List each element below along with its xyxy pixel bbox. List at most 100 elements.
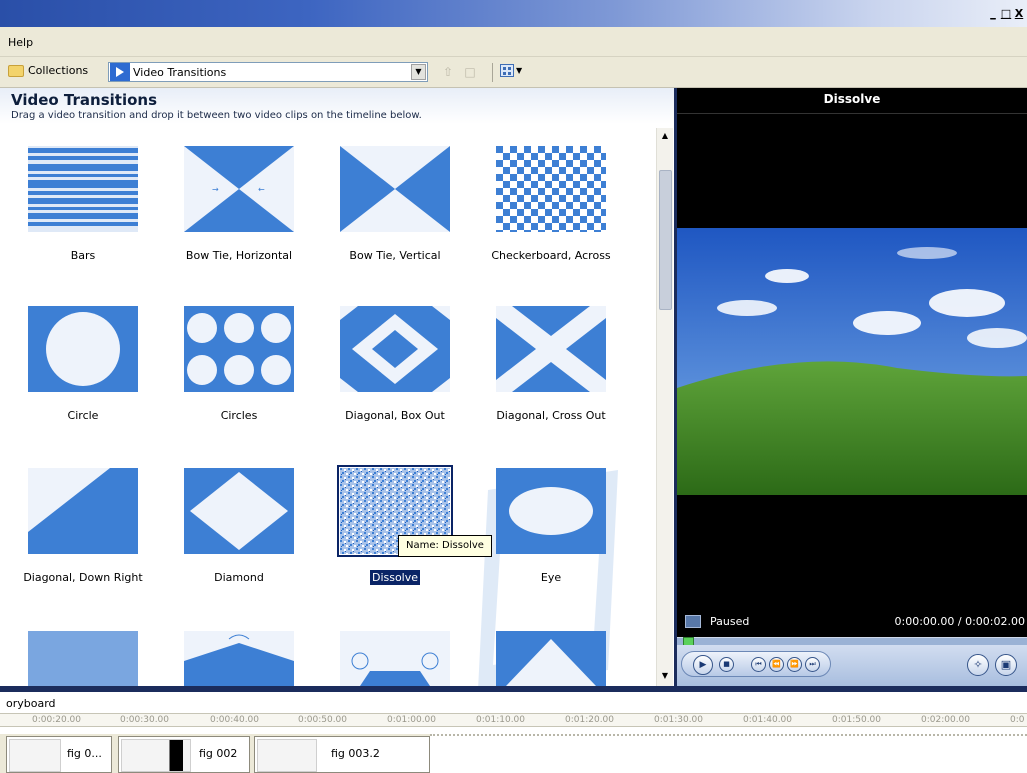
transition-label: Eye xyxy=(540,571,562,584)
timeline-clip[interactable]: fig 002 xyxy=(118,736,250,773)
transition-tile-bow-tie-vertical[interactable]: Bow Tie, Vertical xyxy=(320,146,470,301)
chevron-down-icon[interactable]: ▼ xyxy=(411,64,426,80)
collections-button[interactable]: Collections xyxy=(8,64,88,77)
clip-thumbnail xyxy=(9,739,61,772)
minimize-button[interactable]: _ xyxy=(987,8,999,21)
preview-status-bar: Paused 0:00:00.00 / 0:00:02.00 xyxy=(677,609,1027,635)
up-level-icon[interactable]: ⇧ xyxy=(440,65,456,79)
bow-tie-vertical-icon xyxy=(340,146,450,232)
transition-tile-fade[interactable] xyxy=(8,631,158,686)
circles-icon xyxy=(184,306,294,392)
transition-label: Diamond xyxy=(214,571,264,584)
video-transitions-icon xyxy=(110,63,130,81)
views-button[interactable]: ▼ xyxy=(500,64,522,77)
rewind-button[interactable]: ⏪ xyxy=(769,657,784,672)
transition-tile-fan-up[interactable] xyxy=(476,631,626,686)
timeline-tick: 0:01:30.00 xyxy=(654,715,704,725)
tooltip: Name: Dissolve xyxy=(398,535,492,557)
close-button[interactable]: X xyxy=(1013,8,1025,21)
timeline-tick: 0:02:00.00 xyxy=(921,715,971,725)
diagonal-down-right-icon xyxy=(28,468,138,554)
transition-label: Dissolve xyxy=(369,570,421,585)
previous-button[interactable]: ⏮ xyxy=(751,657,766,672)
transition-label: Circle xyxy=(67,409,99,422)
eye-icon xyxy=(496,468,606,554)
clip-thumbnail xyxy=(257,739,317,772)
timeline-tick: 0:01:50.00 xyxy=(832,715,882,725)
preview-video xyxy=(677,228,1027,495)
timeline-ruler: 0:00:20.00 0:00:30.00 0:00:40.00 0:00:50… xyxy=(0,713,1027,727)
scrollbar-thumb[interactable] xyxy=(659,170,672,310)
clip-name: fig 003.2 xyxy=(331,747,380,760)
transition-tile-circle[interactable]: Circle xyxy=(8,306,158,461)
preview-monitor: Dissolve Paused 0:00:00.00 / 0:00:02.00 … xyxy=(674,88,1027,686)
clip-name: fig 002 xyxy=(199,747,238,760)
menu-help[interactable]: Help xyxy=(8,36,33,49)
transition-label: Diagonal, Down Right xyxy=(23,571,143,584)
timeline-tick: 0:00:20.00 xyxy=(32,715,82,725)
fast-forward-button[interactable]: ⏩ xyxy=(787,657,802,672)
timeline-tick: 0:00:30.00 xyxy=(120,715,170,725)
toolbar: Collections Video Transitions ▼ ⇧ □ ▼ xyxy=(0,57,1027,88)
split-clip-button[interactable]: ✧ xyxy=(967,654,989,676)
pane-divider[interactable] xyxy=(0,686,1027,692)
collections-label: Collections xyxy=(28,64,89,77)
timeline-clip[interactable]: fig 003.2 xyxy=(254,736,430,773)
transition-tile-fan-in[interactable] xyxy=(320,631,470,686)
diagonal-box-out-icon xyxy=(340,306,450,392)
playback-time: 0:00:00.00 / 0:00:02.00 xyxy=(894,615,1026,628)
playback-status: Paused xyxy=(710,615,750,628)
take-picture-button[interactable]: ▣ xyxy=(995,654,1017,676)
scroll-up-icon[interactable]: ▲ xyxy=(659,130,671,142)
timeline-clip[interactable]: fig 0... xyxy=(6,736,112,773)
vertical-scrollbar[interactable]: ▲ ▼ xyxy=(656,128,673,686)
transition-label: Diagonal, Cross Out xyxy=(496,409,606,422)
transition-label: Bow Tie, Vertical xyxy=(349,249,441,262)
timeline-tick: 0:00:40.00 xyxy=(210,715,260,725)
fade-icon xyxy=(28,631,138,686)
timeline-tick: 0:00:50.00 xyxy=(298,715,348,725)
transition-label: Diagonal, Box Out xyxy=(345,409,445,422)
play-button[interactable]: ▶ xyxy=(693,655,713,675)
transition-tile-circles[interactable]: Circles xyxy=(164,306,314,461)
timeline-tick: 0:01:00.00 xyxy=(387,715,437,725)
toolbar-separator xyxy=(492,63,493,82)
transition-label: Bow Tie, Horizontal xyxy=(185,249,293,262)
next-button[interactable]: ⏭ xyxy=(805,657,820,672)
pane-header: Video Transitions Drag a video transitio… xyxy=(0,88,674,124)
scroll-down-icon[interactable]: ▼ xyxy=(659,670,671,682)
transition-tile-bars[interactable]: Bars xyxy=(8,146,158,301)
transition-tile-bow-tie-horizontal[interactable]: → ← Bow Tie, Horizontal xyxy=(164,146,314,301)
transition-tile-diagonal-cross-out[interactable]: Diagonal, Cross Out xyxy=(476,306,626,461)
diamond-icon xyxy=(184,468,294,554)
circle-icon xyxy=(28,306,138,392)
content-pane: Video Transitions Drag a video transitio… xyxy=(0,88,674,686)
timeline-tick: 0:01:10.00 xyxy=(476,715,526,725)
transition-tile-diagonal-box-out[interactable]: Diagonal, Box Out xyxy=(320,306,470,461)
storyboard-label[interactable]: oryboard xyxy=(6,697,56,710)
diagonal-cross-out-icon xyxy=(496,306,606,392)
preview-title: Dissolve xyxy=(677,88,1027,114)
fan-icon xyxy=(184,631,294,686)
transition-tile-checkerboard-across[interactable]: Checkerboard, Across xyxy=(476,146,626,301)
transition-tile-diamond[interactable]: Diamond xyxy=(164,468,314,623)
transition-tile-eye[interactable]: Eye xyxy=(476,468,626,623)
clip-thumbnail xyxy=(121,739,191,772)
transition-label: Checkerboard, Across xyxy=(491,249,611,262)
transition-tile-diagonal-down-right[interactable]: Diagonal, Down Right xyxy=(8,468,158,623)
collection-select[interactable]: Video Transitions ▼ xyxy=(108,62,428,82)
timeline-tick: 0:01:20.00 xyxy=(565,715,615,725)
restore-button[interactable]: □ xyxy=(1000,8,1012,21)
bars-transition-icon xyxy=(28,146,138,232)
new-folder-icon[interactable]: □ xyxy=(462,65,478,79)
caret-down-icon: ▼ xyxy=(516,66,523,75)
stop-button[interactable]: ■ xyxy=(719,657,734,672)
seek-bar[interactable] xyxy=(677,637,1027,646)
checkerboard-icon xyxy=(496,146,606,232)
clip-name: fig 0... xyxy=(67,747,102,760)
collection-select-value: Video Transitions xyxy=(133,65,227,79)
pane-title: Video Transitions xyxy=(11,91,158,109)
svg-text:→: → xyxy=(212,185,219,194)
timeline-tick: 0:0 xyxy=(1010,715,1025,725)
transition-tile-fan[interactable] xyxy=(164,631,314,686)
